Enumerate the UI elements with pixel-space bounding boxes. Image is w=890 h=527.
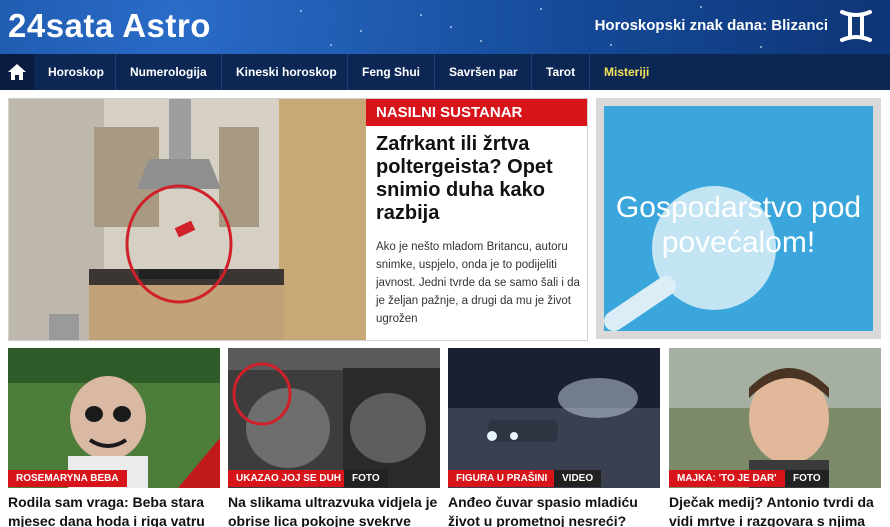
card-media-badge: FOTO xyxy=(344,470,388,487)
card-image[interactable] xyxy=(448,348,660,488)
nav-item-savrsen-par[interactable]: Savršen par xyxy=(434,54,532,90)
ultrasound-photo xyxy=(228,348,440,488)
card-tag[interactable]: ROSEMARYNA BEBA xyxy=(8,470,127,487)
card-tag[interactable]: FIGURA U PRAŠINI xyxy=(448,470,556,487)
card-title[interactable]: Dječak medij? Antonio tvrdi da vidi mrtv… xyxy=(669,493,881,527)
nav-home-button[interactable] xyxy=(0,54,34,90)
nav-item-tarot[interactable]: Tarot xyxy=(531,54,589,90)
card-media-badge: VIDEO xyxy=(554,470,602,487)
card-title[interactable]: Anđeo čuvar spasio mladiću život u prome… xyxy=(448,493,660,527)
card-media-badge: FOTO xyxy=(785,470,829,487)
sign-of-day-text[interactable]: Horoskopski znak dana: Blizanci xyxy=(595,17,828,34)
card-tag[interactable]: MAJKA: 'TO JE DAR' xyxy=(669,470,785,487)
ad-banner[interactable]: Gospodarstvo pod povećalom! xyxy=(596,98,881,339)
main-nav: Horoskop Numerologija Kineski horoskop F… xyxy=(0,54,890,90)
hero-title[interactable]: Zafrkant ili žrtva poltergeista? Opet sn… xyxy=(376,133,581,225)
article-card[interactable]: UKAZAO JOJ SE DUH FOTO Na slikama ultraz… xyxy=(228,348,440,527)
baby-photo xyxy=(8,348,220,488)
card-image[interactable] xyxy=(228,348,440,488)
ad-text: Gospodarstvo pod povećalom! xyxy=(615,191,862,259)
hero-summary: Ako je nešto mladom Britancu, autoru sni… xyxy=(376,241,580,325)
card-title[interactable]: Na slikama ultrazvuka vidjela je obrise … xyxy=(228,493,440,527)
card-title[interactable]: Rodila sam vraga: Beba stara mjesec dana… xyxy=(8,493,220,527)
article-card[interactable]: FIGURA U PRAŠINI VIDEO Anđeo čuvar spasi… xyxy=(448,348,660,527)
boy-photo xyxy=(669,348,881,488)
article-card[interactable]: ROSEMARYNA BEBA Rodila sam vraga: Beba s… xyxy=(8,348,220,527)
hero-kicker[interactable]: NASILNI SUSTANAR xyxy=(366,99,587,126)
nav-item-numerologija[interactable]: Numerologija xyxy=(115,54,221,90)
card-image[interactable] xyxy=(8,348,220,488)
card-image[interactable] xyxy=(669,348,881,488)
kitchen-photo xyxy=(9,99,366,340)
nav-item-kineski-horoskop[interactable]: Kineski horoskop xyxy=(221,54,351,90)
card-tag[interactable]: UKAZAO JOJ SE DUH xyxy=(228,470,350,487)
hero-article[interactable]: NASILNI SUSTANAR Zafrkant ili žrtva polt… xyxy=(8,98,588,341)
hero-image[interactable] xyxy=(9,99,366,340)
article-card[interactable]: MAJKA: 'TO JE DAR' FOTO Dječak medij? An… xyxy=(669,348,881,527)
site-header: 24sata Astro Horoskopski znak dana: Bliz… xyxy=(0,0,890,54)
nav-item-feng-shui[interactable]: Feng Shui xyxy=(347,54,434,90)
gemini-icon[interactable] xyxy=(838,6,874,46)
nav-item-misteriji[interactable]: Misteriji xyxy=(589,54,663,90)
home-icon xyxy=(8,64,26,80)
nav-item-horoskop[interactable]: Horoskop xyxy=(34,54,118,90)
site-logo[interactable]: 24sata Astro xyxy=(8,7,211,45)
night-road-photo xyxy=(448,348,660,488)
